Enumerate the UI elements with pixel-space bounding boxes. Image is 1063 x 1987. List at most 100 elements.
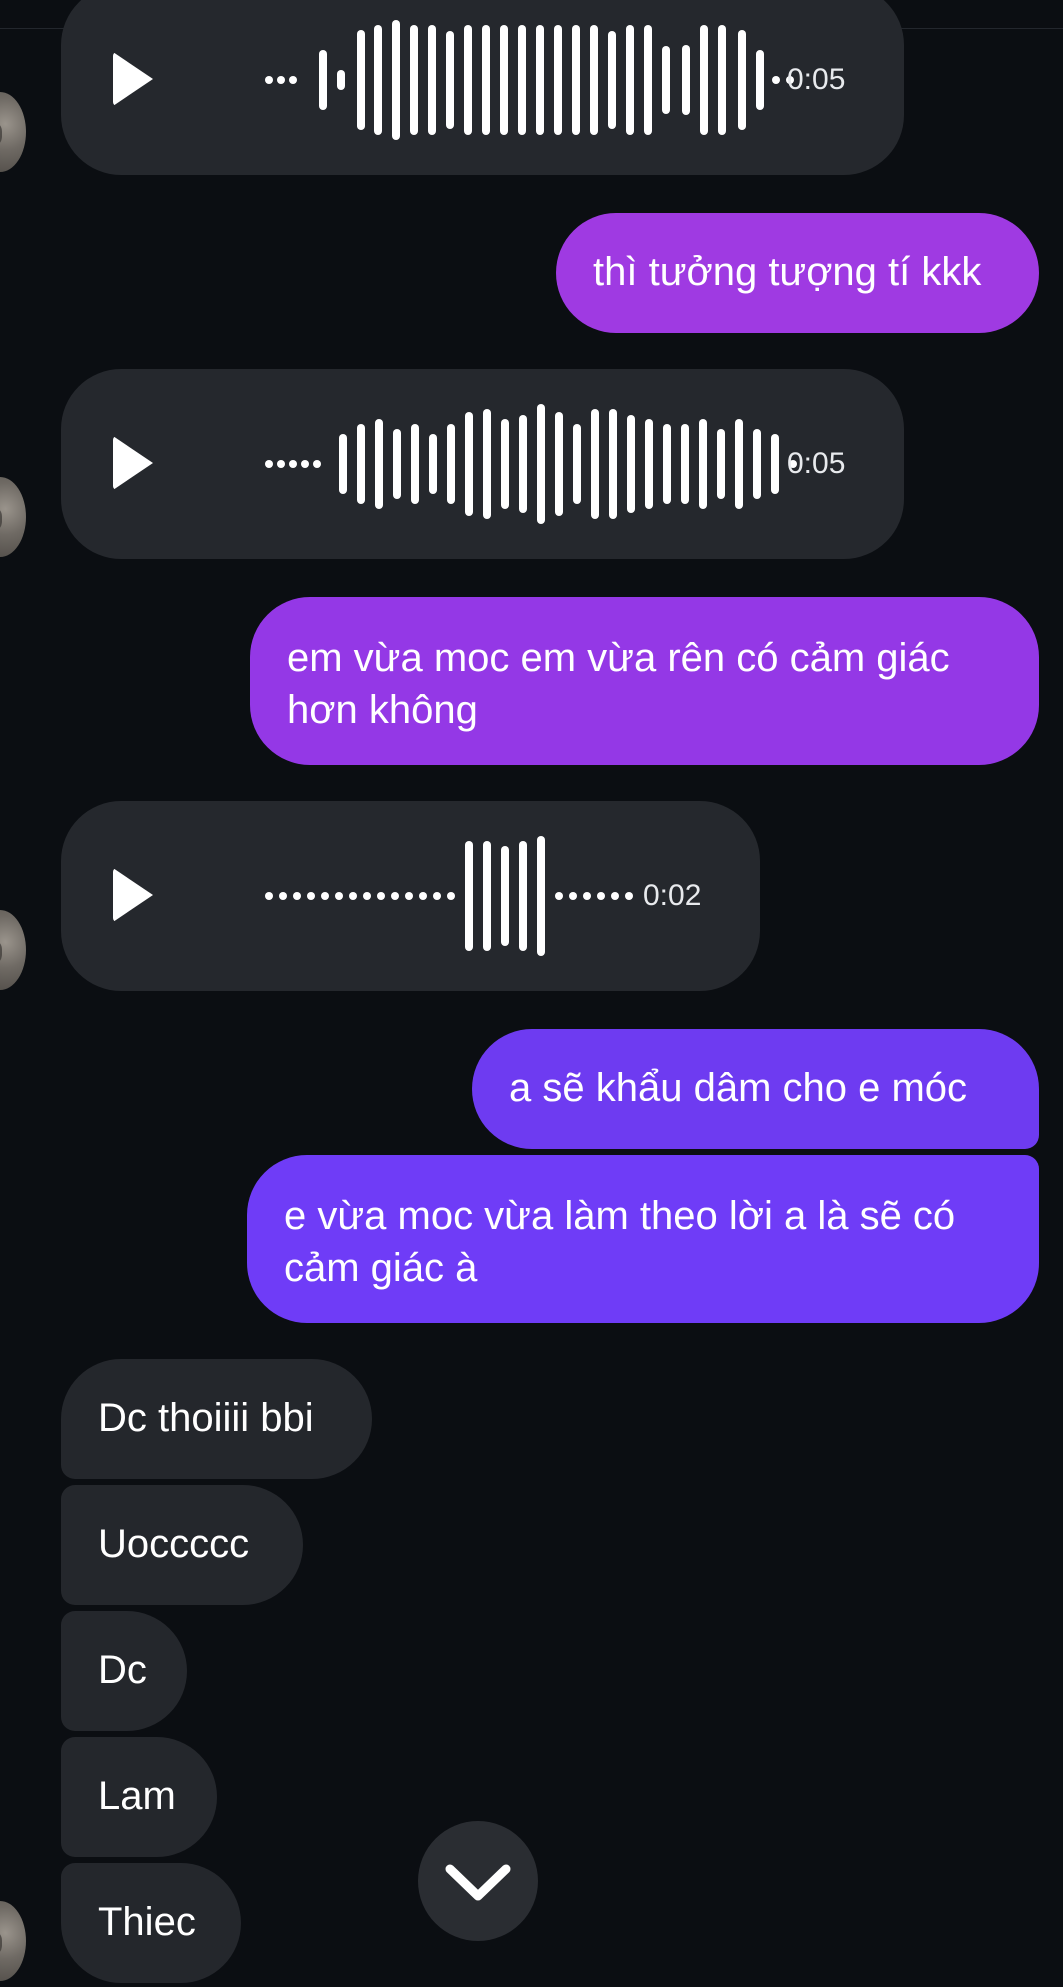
waveform-bar — [501, 846, 509, 946]
waveform-bar — [482, 25, 490, 135]
outgoing-message[interactable]: a sẽ khẩu dâm cho e móc — [472, 1029, 1039, 1149]
waveform-dot — [265, 460, 273, 468]
waveform-dot — [447, 892, 455, 900]
waveform-bar — [536, 25, 544, 135]
waveform-bar — [735, 419, 743, 509]
message-text: Dc thoiiii bbi — [98, 1396, 314, 1440]
waveform-bar — [518, 25, 526, 135]
outgoing-message[interactable]: em vừa moc em vừa rên có cảm giác hơn kh… — [250, 597, 1039, 765]
waveform-bar — [465, 412, 473, 516]
waveform-bar — [410, 25, 418, 135]
waveform-bar — [627, 415, 635, 513]
voice-message[interactable]: 0:05 — [61, 0, 904, 175]
voice-message[interactable]: 0:02 — [61, 801, 760, 991]
waveform-bar — [682, 45, 690, 115]
waveform-bar — [663, 424, 671, 504]
waveform-bar — [429, 434, 437, 494]
waveform-bar — [699, 419, 707, 509]
waveform-dot — [313, 460, 321, 468]
waveform-bar — [608, 31, 616, 129]
waveform-dot — [772, 76, 780, 84]
waveform-dot — [597, 892, 605, 900]
message-text: thì tưởng tượng tí kkk — [593, 250, 982, 294]
chevron-down-icon — [445, 1864, 511, 1901]
incoming-message[interactable]: Lam — [61, 1737, 217, 1857]
waveform-bar — [393, 429, 401, 499]
waveform-bar — [717, 429, 725, 499]
voice-message[interactable]: 0:05 — [61, 369, 904, 559]
waveform-bar — [644, 25, 652, 135]
message-text: Uoccccc — [98, 1522, 250, 1566]
waveform-bar — [519, 415, 527, 513]
voice-duration: 0:05 — [787, 447, 846, 480]
waveform-dot — [321, 892, 329, 900]
scroll-to-bottom-button[interactable] — [418, 1821, 538, 1941]
waveform-bar — [500, 25, 508, 135]
waveform-dot — [391, 892, 399, 900]
waveform-bar — [337, 70, 345, 90]
waveform-bar — [554, 25, 562, 135]
waveform-dot — [279, 892, 287, 900]
incoming-message[interactable]: Dc thoiiii bbi — [61, 1359, 372, 1479]
waveform-dot — [433, 892, 441, 900]
voice-duration: 0:05 — [787, 63, 846, 96]
waveform-dot — [555, 892, 563, 900]
waveform-bar — [464, 25, 472, 135]
waveform-bar — [700, 25, 708, 135]
waveform-bar — [537, 836, 545, 956]
waveform-dot — [277, 76, 285, 84]
contact-avatar[interactable] — [0, 1901, 26, 1981]
waveform-bar — [681, 424, 689, 504]
waveform-bar — [645, 419, 653, 509]
waveform-icon — [265, 20, 794, 140]
waveform-bar — [756, 50, 764, 110]
waveform-bar — [573, 424, 581, 504]
waveform-dot — [335, 892, 343, 900]
waveform-bar — [519, 841, 527, 951]
incoming-message[interactable]: Dc — [61, 1611, 187, 1731]
waveform-dot — [301, 460, 309, 468]
waveform-bar — [446, 31, 454, 129]
waveform-bar — [374, 25, 382, 135]
waveform-bar — [555, 412, 563, 516]
waveform-bar — [483, 841, 491, 951]
waveform-bar — [465, 841, 473, 951]
waveform-dot — [277, 460, 285, 468]
outgoing-message[interactable]: e vừa moc vừa làm theo lời a là sẽ có cả… — [247, 1155, 1039, 1323]
message-text: em vừa moc em vừa rên có cảm giác hơn kh… — [287, 636, 950, 732]
incoming-message[interactable]: Uoccccc — [61, 1485, 303, 1605]
waveform-dot — [307, 892, 315, 900]
waveform-bar — [339, 434, 347, 494]
contact-avatar[interactable] — [0, 477, 26, 557]
contact-avatar[interactable] — [0, 910, 26, 990]
waveform-bar — [626, 25, 634, 135]
waveform-bar — [319, 50, 327, 110]
waveform-dot — [405, 892, 413, 900]
waveform-bar — [357, 30, 365, 130]
waveform-bar — [375, 419, 383, 509]
waveform-bar — [537, 404, 545, 524]
message-text: e vừa moc vừa làm theo lời a là sẽ có cả… — [284, 1194, 956, 1290]
contact-avatar[interactable] — [0, 92, 26, 172]
waveform-icon — [265, 404, 797, 524]
message-text: Lam — [98, 1774, 176, 1818]
waveform-bar — [591, 409, 599, 519]
waveform-dot — [265, 892, 273, 900]
message-text: Thiec — [98, 1900, 196, 1944]
waveform-dot — [265, 76, 273, 84]
incoming-message[interactable]: Thiec — [61, 1863, 241, 1983]
waveform-bar — [718, 25, 726, 135]
waveform-bar — [392, 20, 400, 140]
waveform-dot — [569, 892, 577, 900]
waveform-dot — [363, 892, 371, 900]
waveform-dot — [611, 892, 619, 900]
outgoing-message[interactable]: thì tưởng tượng tí kkk — [556, 213, 1039, 333]
waveform-bar — [662, 46, 670, 114]
waveform-bar — [501, 419, 509, 509]
waveform-bar — [572, 25, 580, 135]
waveform-bar — [609, 409, 617, 519]
voice-duration: 0:02 — [643, 879, 702, 912]
waveform-dot — [419, 892, 427, 900]
waveform-bar — [357, 424, 365, 504]
waveform-dot — [349, 892, 357, 900]
